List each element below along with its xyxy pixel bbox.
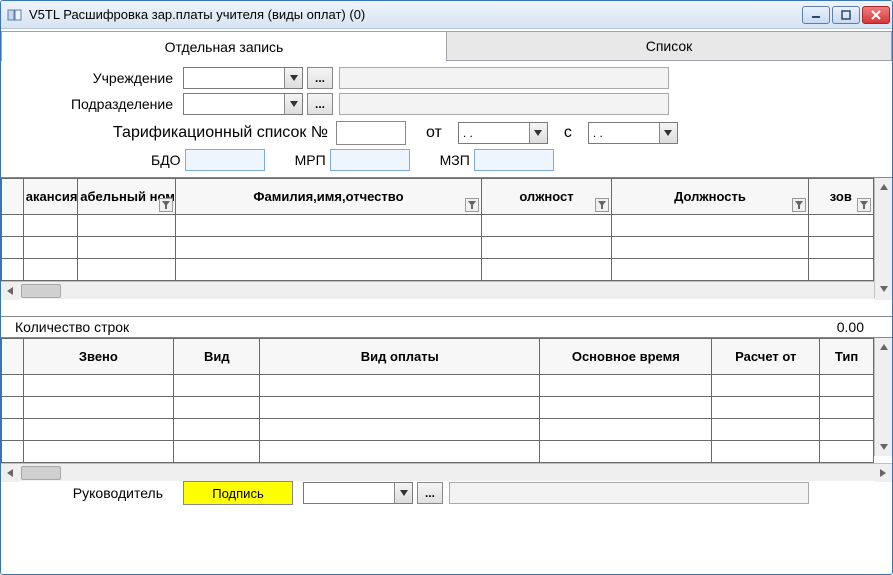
col-position-short[interactable]: олжност: [481, 179, 612, 215]
scroll-down-icon[interactable]: [875, 438, 893, 456]
mrp-value: [330, 149, 410, 171]
minimize-button[interactable]: [802, 6, 830, 24]
hscrollbar[interactable]: [1, 281, 892, 299]
row-marker-header: [2, 179, 24, 215]
col-maintime[interactable]: Основное время: [540, 339, 712, 375]
sign-button[interactable]: Подпись: [183, 481, 293, 505]
chevron-down-icon[interactable]: [284, 68, 302, 88]
col-fio[interactable]: Фамилия,имя,отчество: [176, 179, 481, 215]
filter-icon[interactable]: [595, 198, 609, 212]
chevron-down-icon[interactable]: [394, 483, 412, 503]
label-from: от: [426, 124, 442, 142]
col-link[interactable]: Звено: [23, 339, 174, 375]
bdo-value: [185, 149, 265, 171]
app-icon: [7, 7, 23, 23]
col-tabno[interactable]: абельный номер: [78, 179, 176, 215]
filter-icon[interactable]: [792, 198, 806, 212]
chevron-down-icon[interactable]: [529, 123, 547, 143]
vscrollbar[interactable]: [874, 338, 892, 456]
table-row[interactable]: [2, 259, 874, 281]
department-display: [339, 93, 669, 115]
col-kind[interactable]: Вид: [174, 339, 260, 375]
window: V5TL Расшифровка зар.платы учителя (виды…: [0, 0, 893, 575]
from-date-combo[interactable]: . .: [458, 122, 548, 144]
titlebar: V5TL Расшифровка зар.платы учителя (виды…: [1, 1, 892, 29]
chevron-down-icon[interactable]: [659, 123, 677, 143]
label-manager: Руководитель: [13, 485, 183, 501]
scroll-up-icon[interactable]: [875, 338, 893, 356]
scroll-up-icon[interactable]: [875, 178, 893, 196]
table-row[interactable]: [2, 419, 874, 441]
department-browse-button[interactable]: ...: [307, 93, 333, 115]
row-count-label: Количество строк: [15, 319, 129, 335]
row-count-bar: Количество строк 0.00: [1, 317, 892, 337]
filter-icon[interactable]: [857, 198, 871, 212]
grid-payments-table[interactable]: Звено Вид Вид оплаты Основное время Расч…: [1, 338, 874, 463]
table-row[interactable]: [2, 237, 874, 259]
label-department: Подразделение: [13, 96, 183, 112]
table-row[interactable]: [2, 215, 874, 237]
col-paytype[interactable]: Вид оплаты: [260, 339, 540, 375]
table-row[interactable]: [2, 441, 874, 463]
filter-icon[interactable]: [159, 198, 173, 212]
col-position[interactable]: Должность: [612, 179, 808, 215]
institution-combo[interactable]: [183, 67, 303, 89]
tab-list[interactable]: Список: [447, 31, 892, 61]
hscroll-thumb[interactable]: [21, 284, 61, 298]
institution-browse-button[interactable]: ...: [307, 67, 333, 89]
close-button[interactable]: [862, 6, 890, 24]
maximize-button[interactable]: [832, 6, 860, 24]
form-area: Учреждение ... Подразделение: [1, 61, 892, 177]
scroll-right-icon[interactable]: [874, 464, 892, 482]
manager-display: [449, 482, 809, 504]
label-since: с: [564, 124, 572, 142]
tariff-number-input[interactable]: [336, 121, 406, 145]
mzp-value: [474, 149, 554, 171]
label-mrp: МРП: [295, 152, 326, 168]
institution-display: [339, 67, 669, 89]
grid-payments: Звено Вид Вид оплаты Основное время Расч…: [1, 337, 892, 475]
grid-employees-table[interactable]: акансия абельный номер Фамилия,имя,отчес…: [1, 178, 874, 281]
label-bdo: БДО: [151, 152, 181, 168]
manager-browse-button[interactable]: ...: [417, 482, 443, 504]
label-mzp: МЗП: [440, 152, 470, 168]
hscroll-thumb[interactable]: [21, 466, 61, 480]
table-row[interactable]: [2, 375, 874, 397]
grid-employees: акансия абельный номер Фамилия,имя,отчес…: [1, 177, 892, 317]
row-marker-header: [2, 339, 24, 375]
window-title: V5TL Расшифровка зар.платы учителя (виды…: [29, 7, 800, 22]
department-combo[interactable]: [183, 93, 303, 115]
col-type[interactable]: Тип: [820, 339, 874, 375]
row-count-value: 0.00: [837, 319, 864, 335]
col-suffix[interactable]: зов: [808, 179, 873, 215]
col-vacancy[interactable]: акансия: [23, 179, 78, 215]
content: Отдельная запись Список Учреждение ... П…: [1, 29, 892, 574]
table-row[interactable]: [2, 397, 874, 419]
scroll-left-icon[interactable]: [1, 464, 19, 482]
col-calc-from[interactable]: Расчет от: [712, 339, 820, 375]
since-date-combo[interactable]: . .: [588, 122, 678, 144]
scroll-left-icon[interactable]: [1, 282, 19, 300]
scroll-down-icon[interactable]: [875, 280, 893, 298]
tabs: Отдельная запись Список: [1, 31, 892, 61]
manager-combo[interactable]: [303, 482, 413, 504]
label-institution: Учреждение: [13, 70, 183, 86]
tab-record[interactable]: Отдельная запись: [1, 31, 447, 61]
chevron-down-icon[interactable]: [284, 94, 302, 114]
hscrollbar[interactable]: [1, 463, 892, 481]
filter-icon[interactable]: [465, 198, 479, 212]
vscrollbar[interactable]: [874, 178, 892, 298]
label-tariff-list: Тарификационный список №: [113, 124, 328, 142]
